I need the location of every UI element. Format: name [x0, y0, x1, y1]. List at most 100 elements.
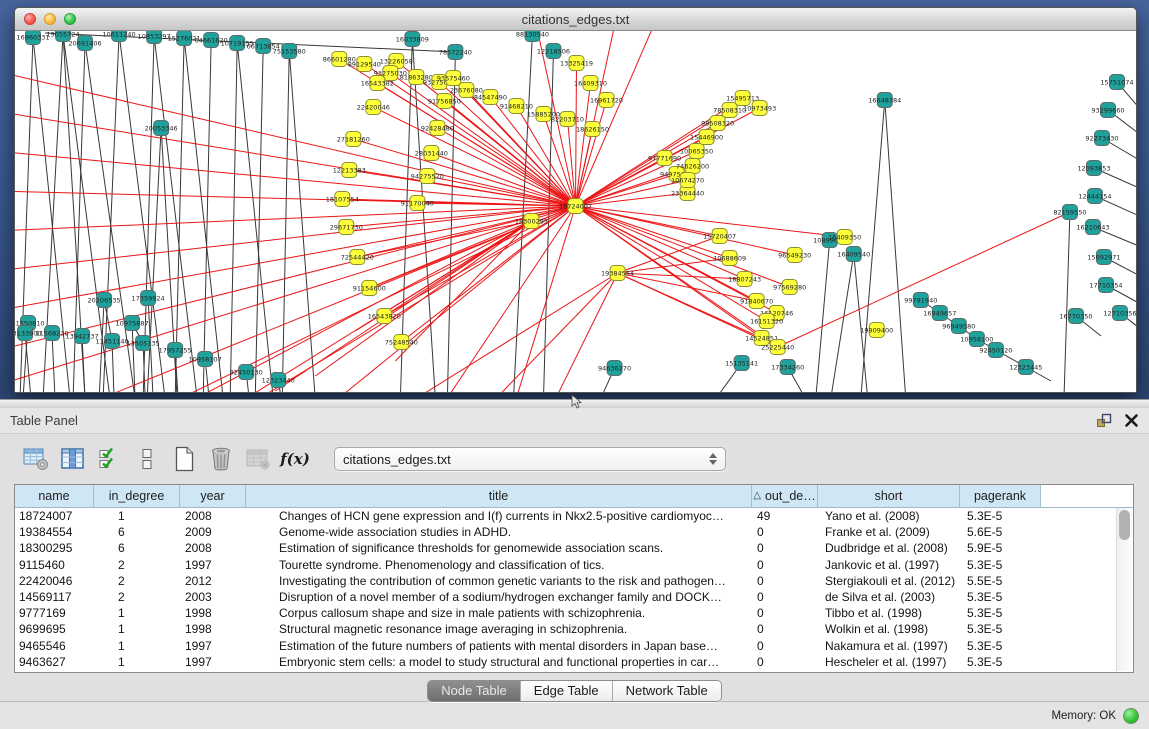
- graph-node[interactable]: 29671730: [330, 220, 363, 235]
- citation-edge-black[interactable]: [175, 38, 184, 392]
- table-cell[interactable]: Changes of HCN gene expression and I(f) …: [246, 509, 752, 523]
- select-all-icon[interactable]: [96, 445, 124, 473]
- citation-edge-red[interactable]: [245, 221, 531, 392]
- table-cell[interactable]: 2: [94, 558, 180, 572]
- graph-node[interactable]: 13325419: [560, 56, 593, 71]
- table-cell[interactable]: 1: [94, 509, 180, 523]
- scrollbar-thumb[interactable]: [1119, 510, 1130, 540]
- table-selector-dropdown[interactable]: citations_edges.txt: [334, 447, 726, 471]
- citation-edge-black[interactable]: [52, 333, 55, 392]
- network-window-titlebar[interactable]: citations_edges.txt: [15, 8, 1136, 31]
- table-cell[interactable]: 2012: [180, 574, 246, 588]
- graph-node[interactable]: 10688609: [713, 251, 746, 266]
- table-cell[interactable]: 1: [94, 606, 180, 620]
- delete-rows-icon[interactable]: [207, 445, 235, 473]
- citation-edge-black[interactable]: [203, 40, 211, 392]
- table-cell[interactable]: 1: [94, 655, 180, 669]
- table-cell[interactable]: 5.3E-5: [960, 639, 1041, 653]
- table-cell[interactable]: 5.9E-5: [960, 541, 1041, 555]
- graph-node[interactable]: 92273430: [1085, 131, 1118, 146]
- graph-node[interactable]: 75248540: [385, 335, 418, 350]
- graph-node[interactable]: 18626150: [576, 122, 609, 137]
- table-cell[interactable]: Tourette syndrome. Phenomenology and cla…: [246, 558, 752, 572]
- zoom-window-button[interactable]: [64, 13, 76, 25]
- column-header-in-degree[interactable]: in_degree: [94, 485, 180, 507]
- table-cell[interactable]: 1: [94, 639, 180, 653]
- graph-node[interactable]: 96549230: [778, 248, 811, 263]
- column-header-short[interactable]: short: [818, 485, 960, 507]
- citation-edge-red[interactable]: [15, 206, 576, 351]
- create-table-icon[interactable]: [170, 445, 198, 473]
- table-cell[interactable]: 18724007: [15, 509, 94, 523]
- graph-node[interactable]: 16648784: [868, 93, 901, 108]
- citation-edge-black[interactable]: [861, 100, 885, 392]
- table-cell[interactable]: Franke et al. (2009): [818, 525, 960, 539]
- graph-node[interactable]: 78572240: [439, 45, 472, 60]
- graph-node[interactable]: 13505135: [127, 336, 160, 351]
- table-row[interactable]: 1830029562008Estimation of significance …: [15, 540, 1133, 556]
- table-cell[interactable]: 18300295: [15, 541, 94, 555]
- graph-node[interactable]: 94275520: [411, 169, 444, 184]
- table-cell[interactable]: 6: [94, 541, 180, 555]
- graph-node[interactable]: 27181260: [337, 132, 370, 147]
- table-cell[interactable]: 9463627: [15, 655, 94, 669]
- minimize-window-button[interactable]: [44, 13, 56, 25]
- graph-node[interactable]: 10958107: [189, 352, 222, 367]
- table-row[interactable]: 969969511998Structural magnetic resonanc…: [15, 621, 1133, 637]
- table-cell[interactable]: 2: [94, 590, 180, 604]
- table-cell[interactable]: 1998: [180, 606, 246, 620]
- graph-node[interactable]: 92450130: [230, 365, 263, 380]
- citation-edge-black[interactable]: [816, 240, 830, 392]
- table-row[interactable]: 911546021997Tourette syndrome. Phenomeno…: [15, 557, 1133, 573]
- citation-edge-red[interactable]: [15, 151, 576, 206]
- tab-edge-table[interactable]: Edge Table: [520, 681, 612, 701]
- table-cell[interactable]: 5.3E-5: [960, 622, 1041, 636]
- table-cell[interactable]: 5.3E-5: [960, 558, 1041, 572]
- table-cell[interactable]: 1997: [180, 558, 246, 572]
- graph-node[interactable]: 92428480: [421, 121, 454, 136]
- graph-node[interactable]: 17359924: [132, 291, 165, 306]
- tab-node-table[interactable]: Node Table: [428, 681, 520, 701]
- table-cell[interactable]: 0: [752, 590, 818, 604]
- citation-edge-black[interactable]: [230, 43, 237, 392]
- table-cell[interactable]: 6: [94, 525, 180, 539]
- graph-node[interactable]: 72544420: [341, 250, 374, 265]
- graph-node[interactable]: 10975887: [116, 316, 149, 331]
- network-canvas[interactable]: 1696033119055724206914061061124010853297…: [15, 31, 1136, 392]
- table-cell[interactable]: 5.3E-5: [960, 606, 1041, 620]
- table-cell[interactable]: 9777169: [15, 606, 94, 620]
- table-cell[interactable]: Stergiakouli et al. (2012): [818, 574, 960, 588]
- close-panel-icon[interactable]: [1124, 413, 1139, 428]
- citation-edge-black[interactable]: [1064, 212, 1070, 392]
- table-row[interactable]: 946554611997Estimation of the future num…: [15, 638, 1133, 654]
- graph-node[interactable]: 15692971: [1087, 250, 1120, 265]
- graph-node[interactable]: 20053346: [145, 121, 178, 136]
- citation-edge-black[interactable]: [289, 51, 315, 392]
- table-row[interactable]: 946362711997Embryonic stem cells: a mode…: [15, 654, 1133, 670]
- citation-edge-red[interactable]: [15, 206, 576, 271]
- table-cell[interactable]: Estimation of significance thresholds fo…: [246, 541, 752, 555]
- table-cell[interactable]: 0: [752, 558, 818, 572]
- citation-edge-black[interactable]: [854, 254, 868, 392]
- column-header-title[interactable]: title: [246, 485, 752, 507]
- graph-node[interactable]: 16770350: [1059, 309, 1092, 324]
- graph-node[interactable]: 16409540: [837, 247, 870, 262]
- graph-node[interactable]: 12323445: [1009, 360, 1042, 375]
- table-cell[interactable]: 2: [94, 574, 180, 588]
- table-cell[interactable]: 0: [752, 639, 818, 653]
- table-cell[interactable]: 0: [752, 525, 818, 539]
- table-cell[interactable]: Wolkin et al. (1998): [818, 622, 960, 636]
- table-cell[interactable]: 1997: [180, 639, 246, 653]
- graph-node[interactable]: 16033809: [396, 32, 429, 47]
- table-cell[interactable]: Dudbridge et al. (2008): [818, 541, 960, 555]
- graph-node[interactable]: 19909400: [860, 323, 893, 338]
- graph-node[interactable]: 97569280: [773, 280, 806, 295]
- citation-edge-black[interactable]: [831, 254, 854, 392]
- graph-node[interactable]: 10611240: [103, 31, 136, 42]
- citation-edge-black[interactable]: [237, 43, 273, 392]
- table-cell[interactable]: Hescheler et al. (1997): [818, 655, 960, 669]
- table-cell[interactable]: 14569117: [15, 590, 94, 604]
- graph-node[interactable]: 16960331: [16, 31, 49, 45]
- table-row[interactable]: 1456911722003Disruption of a novel membe…: [15, 589, 1133, 605]
- graph-node[interactable]: 20206535: [88, 293, 121, 308]
